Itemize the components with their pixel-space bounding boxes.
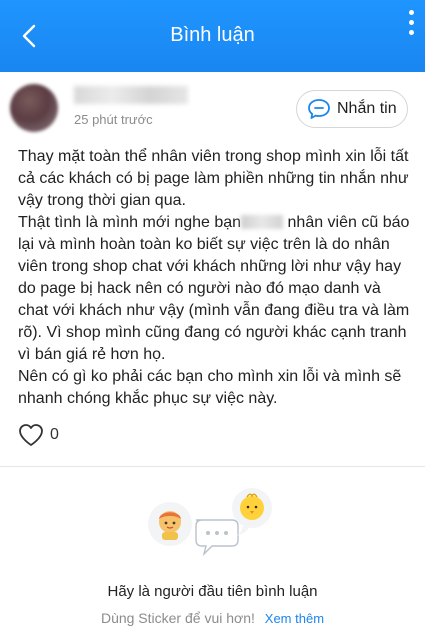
empty-state-title: Hãy là người đầu tiên bình luận — [107, 583, 318, 600]
heart-outline-icon[interactable] — [18, 423, 44, 447]
page-title: Bình luận — [170, 24, 255, 46]
divider — [0, 466, 425, 467]
app-header: Bình luận — [0, 0, 425, 72]
chick-sticker-icon — [240, 496, 264, 520]
avatar[interactable] — [10, 84, 58, 132]
post-paragraph: Thay mặt toàn thể nhân viên trong shop m… — [18, 148, 409, 209]
post-timestamp: 25 phút trước — [74, 112, 153, 127]
message-button[interactable]: Nhắn tin — [296, 90, 408, 128]
post-paragraph: Thật tình là mình mới nghe bạn nhân viên… — [18, 214, 410, 363]
chat-bubble-icon — [308, 99, 330, 119]
post-content: Thay mặt toàn thể nhân viên trong shop m… — [18, 146, 414, 410]
see-more-link[interactable]: Xem thêm — [265, 611, 324, 626]
name-redacted — [241, 215, 284, 229]
chat-bubble-icon — [195, 519, 239, 557]
more-options-button[interactable] — [405, 10, 417, 50]
sticker-illustration — [148, 488, 272, 557]
message-button-label: Nhắn tin — [337, 100, 397, 117]
username-redacted[interactable] — [74, 86, 188, 104]
like-count: 0 — [50, 426, 59, 443]
more-vertical-icon — [408, 10, 414, 15]
sticker-hint: Dùng Sticker để vui hơn! Xem thêm — [0, 610, 425, 626]
sticker-hint-text: Dùng Sticker để vui hơn! — [100, 610, 255, 626]
post-paragraph: Nên có gì ko phải các bạn cho mình xin l… — [18, 368, 402, 407]
